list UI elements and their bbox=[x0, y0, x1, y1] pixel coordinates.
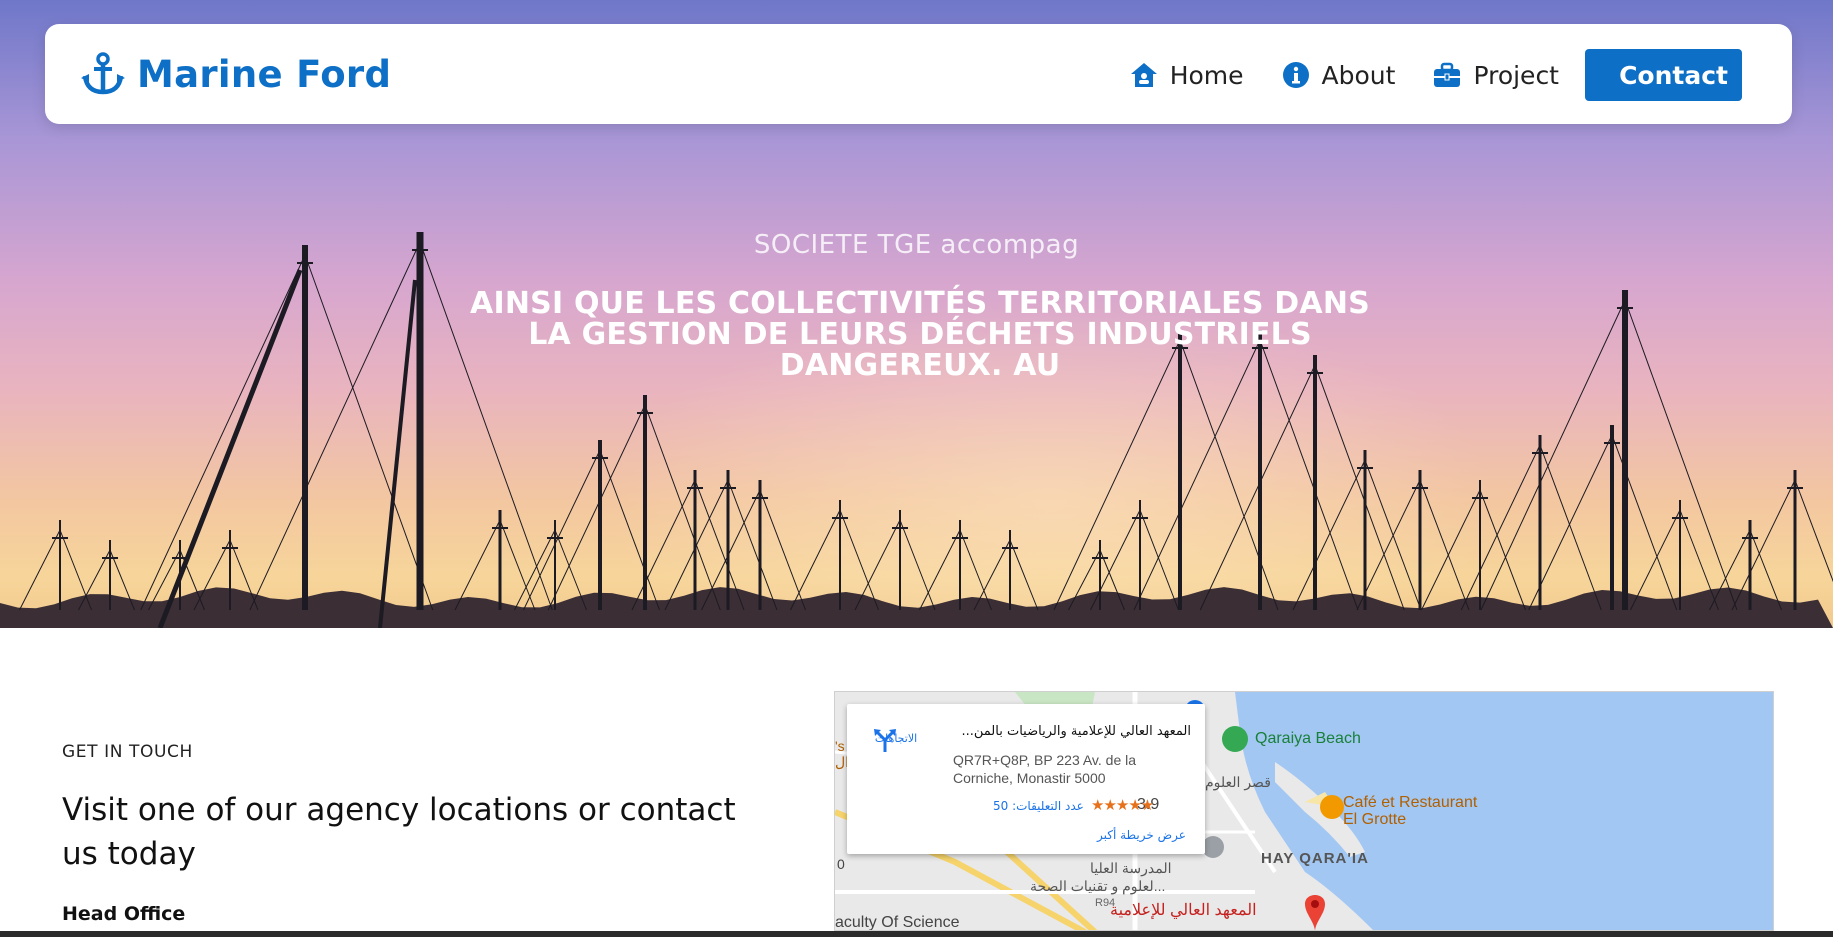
map-place-card: الاتجاهات المعهد العالي للإعلامية والريا… bbox=[847, 704, 1205, 854]
main-nav: Home About Project Contact bbox=[1092, 49, 1742, 101]
place-name: المعهد العالي للإعلامية والرياضيات بالمن… bbox=[961, 724, 1191, 739]
map-label-district: HAY QARA'IA bbox=[1261, 850, 1369, 867]
briefcase-icon bbox=[1434, 62, 1461, 87]
map-label-school-1: المدرسة العليا bbox=[1090, 860, 1172, 876]
info-icon bbox=[1282, 62, 1309, 88]
place-address: QR7R+Q8P, BP 223 Av. de la Corniche, Mon… bbox=[953, 752, 1137, 786]
contact-button-label: Contact bbox=[1619, 60, 1728, 90]
map-label-cafe-2[interactable]: El Grotte bbox=[1343, 811, 1406, 829]
brand[interactable]: Marine Ford bbox=[81, 52, 391, 96]
navbar: Marine Ford Home About Project Contact bbox=[45, 24, 1792, 124]
section-heading: Visit one of our agency locations or con… bbox=[62, 792, 736, 872]
head-office-label: Head Office bbox=[62, 903, 186, 925]
section-kicker: GET IN TOUCH bbox=[62, 742, 193, 762]
nav-about[interactable]: About bbox=[1282, 60, 1396, 90]
anchor-icon bbox=[81, 52, 125, 95]
map-label-road: R94 bbox=[1095, 897, 1116, 909]
nav-project[interactable]: Project bbox=[1433, 61, 1559, 90]
map-label-cafe[interactable]: Café et Restaurant bbox=[1343, 794, 1477, 812]
directions-icon bbox=[874, 729, 896, 752]
larger-map-link[interactable]: عرض خريطة أكبر bbox=[1097, 828, 1186, 842]
embedded-map[interactable]: Qaraiya Beach Café et Restaurant El Grot… bbox=[834, 691, 1774, 931]
reviews-link[interactable]: عدد التعليقات: 50 bbox=[993, 799, 1084, 813]
brand-name: Marine Ford bbox=[137, 52, 392, 96]
taskbar-strip bbox=[0, 931, 1833, 937]
map-label-marker[interactable]: المعهد العالي للإعلامية bbox=[1110, 900, 1257, 920]
map-label-palace: قصر العلوم bbox=[1205, 774, 1271, 790]
nav-home-label: Home bbox=[1169, 60, 1244, 90]
rating-stars-icon: ★★★★★ bbox=[1091, 797, 1154, 814]
map-label-edge-1: 's bbox=[835, 738, 845, 754]
map-label-beach[interactable]: Qaraiya Beach bbox=[1255, 730, 1361, 748]
map-label-zero: 0 bbox=[837, 856, 845, 872]
map-label-school-2: لعلوم و تقنيات الصحة... bbox=[1030, 878, 1166, 894]
map-label-faculty: aculty Of Science bbox=[835, 914, 960, 931]
contact-button[interactable]: Contact bbox=[1585, 49, 1742, 101]
hero-title: AINSI QUE LES COLLECTIVITÉS TERRITORIALE… bbox=[470, 286, 1370, 383]
directions-button[interactable]: الاتجاهات bbox=[871, 726, 921, 752]
hero-subtitle: SOCIETE TGE accompag bbox=[753, 230, 1080, 260]
nav-about-label: About bbox=[1321, 60, 1396, 90]
nav-project-label: Project bbox=[1473, 60, 1559, 90]
home-icon bbox=[1130, 63, 1157, 87]
nav-home[interactable]: Home bbox=[1130, 61, 1244, 90]
hero-section: Marine Ford Home About Project Contact S… bbox=[0, 0, 1833, 628]
